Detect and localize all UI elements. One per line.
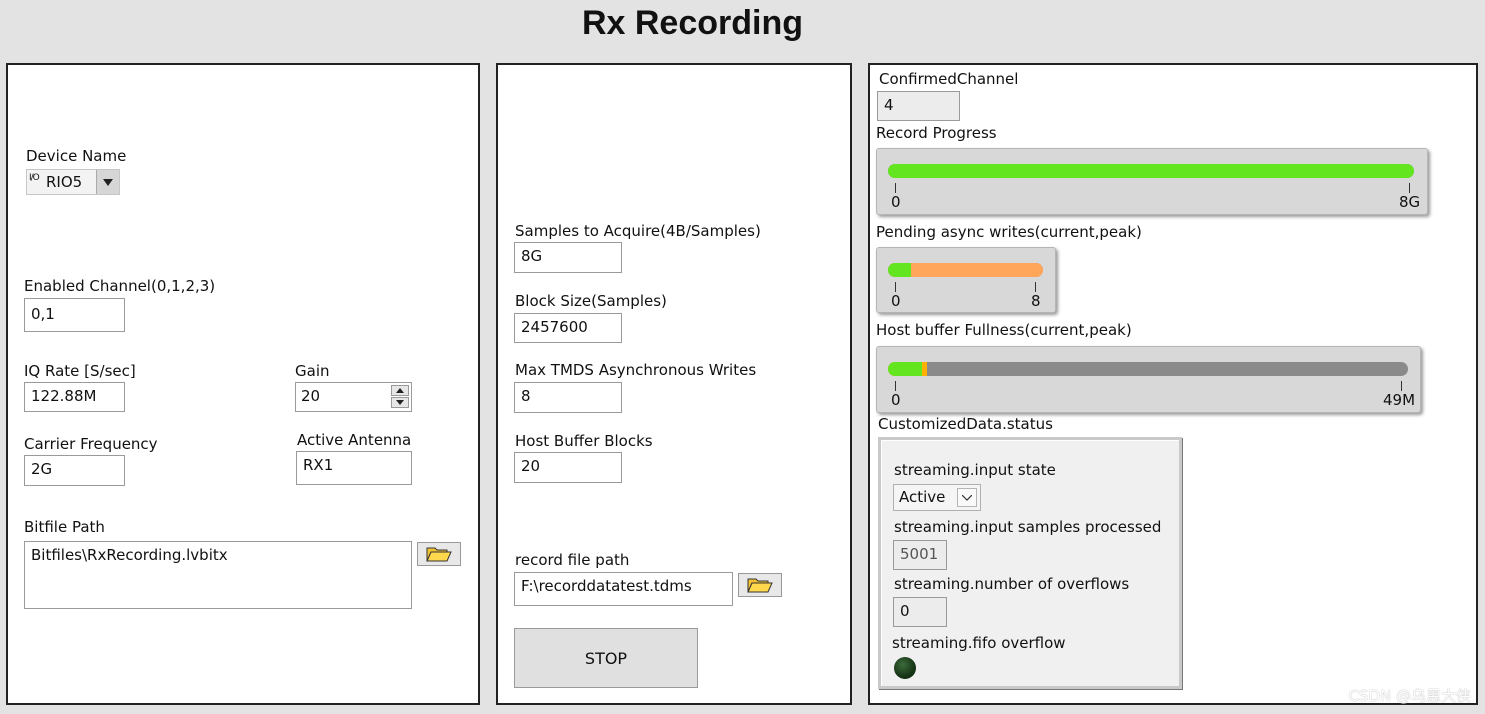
bitfile-path-label: Bitfile Path <box>24 518 105 536</box>
tick-label-min: 0 <box>891 193 901 211</box>
input-state-selector[interactable]: Active <box>893 484 981 511</box>
tick-max <box>1401 381 1402 391</box>
tick-min <box>895 381 896 391</box>
folder-open-icon <box>747 578 773 593</box>
confirmed-channel-label: ConfirmedChannel <box>879 70 1019 88</box>
device-name-selector[interactable]: I/O RIO5 <box>26 169 120 195</box>
bitfile-browse-button[interactable] <box>417 542 461 566</box>
tick-min <box>895 183 896 193</box>
tick-label-max: 8 <box>1031 292 1041 310</box>
host-buffer-fullness-bar: 0 49M <box>876 346 1421 413</box>
folder-open-icon <box>426 547 452 562</box>
fifo-overflow-label: streaming.fifo overflow <box>892 634 1066 652</box>
tick-label-min: 0 <box>891 391 901 409</box>
gain-value: 20 <box>301 387 321 405</box>
pending-writes-current-fill <box>888 263 912 277</box>
fifo-overflow-led-icon <box>894 657 916 679</box>
device-name-value: RIO5 <box>46 173 83 191</box>
io-icon: I/O <box>29 173 40 183</box>
record-progress-track <box>888 164 1414 178</box>
host-buffer-blocks-label: Host Buffer Blocks <box>515 432 653 450</box>
tick-label-min: 0 <box>891 292 901 310</box>
input-state-label: streaming.input state <box>894 461 1056 479</box>
record-browse-button[interactable] <box>738 573 782 597</box>
recording-panel: Samples to Acquire(4B/Samples) 8G Block … <box>496 63 852 705</box>
iq-rate-label: IQ Rate [S/sec] <box>24 362 136 380</box>
gain-stepper[interactable]: 20 <box>295 382 412 412</box>
enabled-channel-input[interactable]: 0,1 <box>24 298 125 332</box>
samples-processed-text: 5001 <box>900 545 939 563</box>
record-progress-label: Record Progress <box>876 124 997 142</box>
record-file-path-input[interactable]: F:\recorddatatest.tdms <box>514 572 733 606</box>
device-name-label: Device Name <box>26 147 127 165</box>
stepper-up-icon[interactable] <box>391 385 409 396</box>
stepper-down-icon[interactable] <box>391 397 409 408</box>
active-antenna-label: Active Antenna <box>297 431 412 449</box>
iq-rate-input[interactable]: 122.88M <box>24 382 125 412</box>
tick-max <box>1035 282 1036 292</box>
samples-processed-label: streaming.input samples processed <box>894 518 1162 536</box>
tick-max <box>1409 183 1410 193</box>
host-buffer-track <box>888 362 1408 376</box>
pending-writes-track <box>888 263 1043 277</box>
host-buffer-blocks-input[interactable]: 20 <box>514 452 622 483</box>
host-buffer-current-fill <box>888 362 922 376</box>
pending-writes-bar: 0 8 <box>876 247 1056 313</box>
enabled-channel-label: Enabled Channel(0,1,2,3) <box>24 277 216 295</box>
pending-writes-label: Pending async writes(current,peak) <box>876 223 1142 241</box>
tick-label-max: 8G <box>1399 193 1421 211</box>
host-buffer-fullness-label: Host buffer Fullness(current,peak) <box>876 321 1132 339</box>
watermark: CSDN @乌恩大侠 <box>1348 687 1471 705</box>
gain-label: Gain <box>295 362 330 380</box>
max-writes-input[interactable]: 8 <box>514 382 622 413</box>
samples-to-acquire-input[interactable]: 8G <box>514 242 622 273</box>
block-size-input[interactable]: 2457600 <box>514 313 622 343</box>
pending-writes-peak-fill <box>888 263 1043 277</box>
page-title: Rx Recording <box>581 4 804 42</box>
max-writes-label: Max TMDS Asynchronous Writes <box>515 361 757 379</box>
tick-min <box>895 282 896 292</box>
overflows-value: 0 <box>893 597 947 627</box>
overflows-label: streaming.number of overflows <box>894 575 1130 593</box>
chevron-down-icon[interactable] <box>96 170 119 194</box>
chevron-down-icon[interactable] <box>957 488 977 507</box>
status-cluster: streaming.input state Active streaming.i… <box>878 437 1182 689</box>
record-progress-bar: 0 8G <box>876 148 1428 215</box>
record-file-path-label: record file path <box>515 551 630 569</box>
stop-button[interactable]: STOP <box>514 628 698 688</box>
confirmed-channel-value: 4 <box>877 91 960 121</box>
samples-processed-value: 5001 <box>893 540 947 570</box>
settings-panel: Device Name I/O RIO5 Enabled Channel(0,1… <box>6 63 480 705</box>
tick-label-max: 49M <box>1383 391 1416 409</box>
samples-to-acquire-label: Samples to Acquire(4B/Samples) <box>515 222 761 240</box>
carrier-frequency-input[interactable]: 2G <box>24 455 125 486</box>
record-progress-fill <box>888 164 1414 178</box>
bitfile-path-input[interactable]: Bitfiles\RxRecording.lvbitx <box>24 541 412 609</box>
active-antenna-input[interactable]: RX1 <box>296 451 412 485</box>
input-state-value: Active <box>899 488 946 506</box>
status-cluster-label: CustomizedData.status <box>878 415 1053 433</box>
status-panel: ConfirmedChannel 4 Record Progress 0 8G … <box>868 63 1478 705</box>
block-size-label: Block Size(Samples) <box>515 292 667 310</box>
carrier-frequency-label: Carrier Frequency <box>24 435 158 453</box>
